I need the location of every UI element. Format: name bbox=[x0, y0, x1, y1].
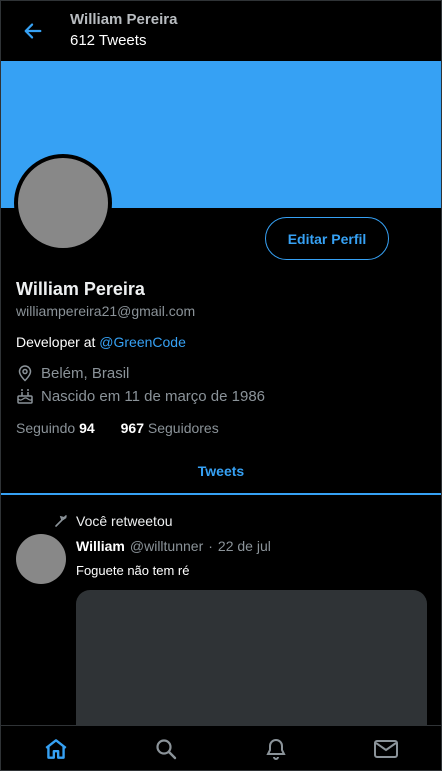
header-name: William Pereira bbox=[70, 11, 178, 28]
nav-home[interactable] bbox=[26, 726, 86, 771]
bell-icon bbox=[266, 738, 286, 760]
retweet-indicator: Você retweetou bbox=[51, 512, 173, 530]
profile-screen: William Pereira 612 Tweets Editar Perfil… bbox=[0, 0, 442, 771]
bottom-nav bbox=[1, 725, 441, 771]
nav-notifications[interactable] bbox=[246, 726, 306, 771]
home-icon bbox=[45, 739, 67, 759]
bio-text: Developer at bbox=[16, 334, 100, 350]
top-bar: William Pereira 612 Tweets bbox=[1, 1, 441, 61]
tweet-date[interactable]: 22 de jul bbox=[218, 538, 271, 554]
retweet-label: Você retweetou bbox=[76, 513, 173, 529]
header-tweet-count: 612 Tweets bbox=[70, 32, 147, 49]
nav-messages[interactable] bbox=[356, 726, 416, 771]
location-text: Belém, Brasil bbox=[41, 364, 130, 382]
nav-search[interactable] bbox=[136, 726, 196, 771]
tweet-author-handle[interactable]: @willtunner bbox=[130, 538, 203, 554]
followers-count: 967 bbox=[120, 420, 144, 436]
arrow-left-icon bbox=[24, 23, 42, 39]
location-pin-icon bbox=[16, 364, 34, 382]
back-button[interactable] bbox=[8, 1, 58, 61]
following-label: Seguindo bbox=[16, 420, 76, 436]
tweet-text: Foguete não tem ré bbox=[76, 563, 190, 578]
header-titles: William Pereira 612 Tweets bbox=[70, 10, 177, 52]
tweet-header: William @willtunner · 22 de jul bbox=[76, 538, 271, 554]
following-link[interactable]: Seguindo 94 bbox=[16, 420, 95, 436]
tweet-author-name[interactable]: William bbox=[76, 538, 125, 554]
followers-label: Seguidores bbox=[147, 420, 219, 436]
profile-avatar[interactable] bbox=[14, 154, 112, 252]
profile-email: williampereira21@gmail.com bbox=[16, 303, 196, 319]
search-icon bbox=[156, 739, 177, 760]
profile-tabs: Tweets bbox=[1, 449, 441, 495]
retweet-icon bbox=[51, 512, 71, 530]
tweet-separator: · bbox=[208, 538, 213, 554]
profile-name: William Pereira bbox=[16, 279, 145, 299]
tweet-author-avatar[interactable] bbox=[16, 534, 66, 584]
birthday-cake-icon bbox=[16, 387, 34, 405]
follow-stats: Seguindo 94 967 Seguidores bbox=[16, 420, 219, 436]
profile-birthdate: Nascido em 11 de março de 1986 bbox=[16, 387, 265, 405]
bio-mention-link[interactable]: @GreenCode bbox=[99, 334, 186, 350]
tab-tweets[interactable]: Tweets bbox=[1, 449, 441, 493]
profile-location: Belém, Brasil bbox=[16, 364, 129, 382]
following-count: 94 bbox=[79, 420, 95, 436]
edit-profile-button[interactable]: Editar Perfil bbox=[265, 217, 389, 260]
profile-bio: Developer at @GreenCode bbox=[16, 334, 186, 350]
birthdate-text: Nascido em 11 de março de 1986 bbox=[41, 387, 266, 405]
followers-link[interactable]: 967 Seguidores bbox=[121, 420, 219, 436]
mail-icon bbox=[374, 740, 398, 758]
tab-active-indicator bbox=[1, 493, 441, 495]
